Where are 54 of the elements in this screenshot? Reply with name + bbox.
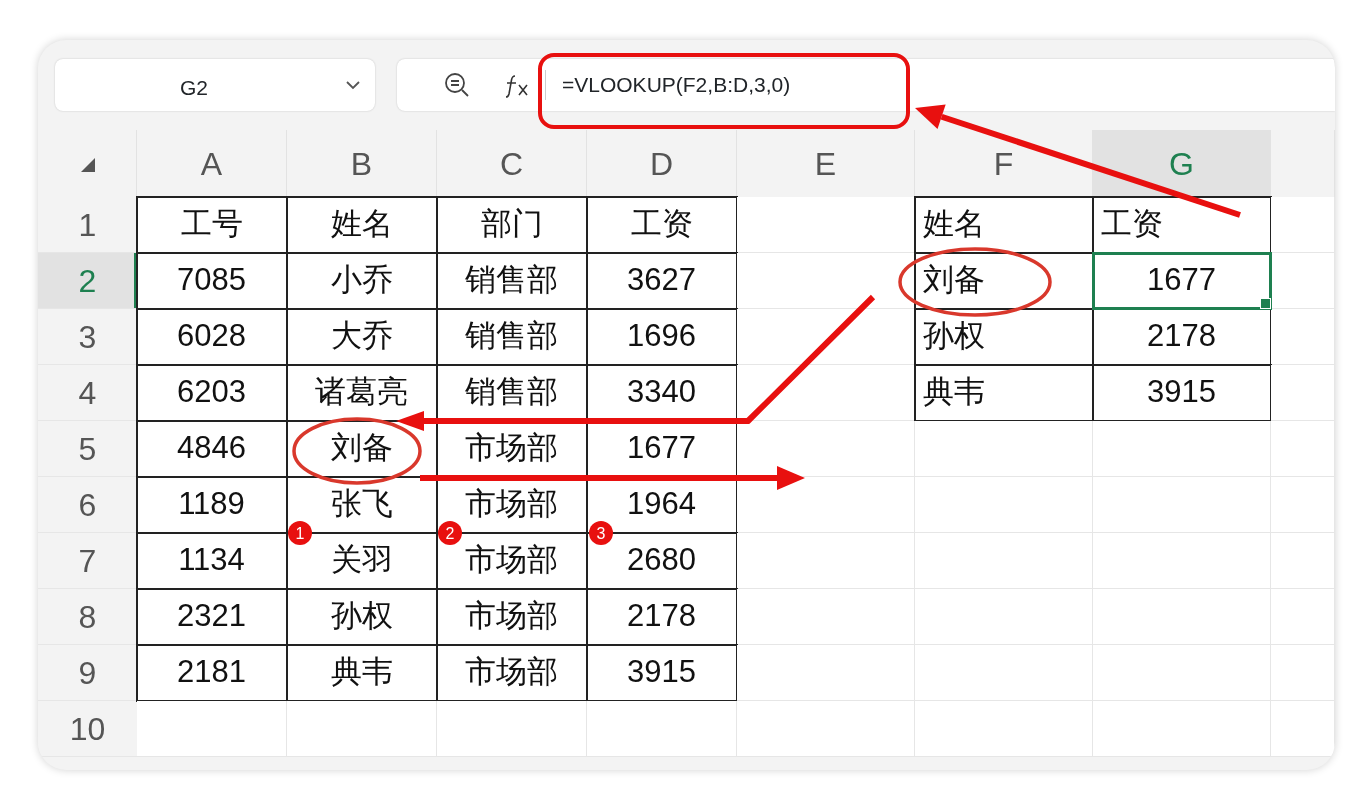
- formula-text[interactable]: =VLOOKUP(F2,B:D,3,0): [562, 69, 791, 101]
- row-header[interactable]: 4: [38, 365, 137, 421]
- table-cell[interactable]: 1134: [137, 533, 287, 589]
- table-cell[interactable]: 姓名: [915, 197, 1093, 253]
- table-cell[interactable]: 6203: [137, 365, 287, 421]
- zoom-icon: [443, 71, 471, 99]
- table-cell[interactable]: 市场部: [437, 589, 587, 645]
- table-cell[interactable]: 2181: [137, 645, 287, 701]
- row-header[interactable]: 2: [38, 253, 137, 309]
- chevron-down-icon: [345, 80, 361, 90]
- table-cell[interactable]: 4846: [137, 421, 287, 477]
- table-cell[interactable]: 销售部: [437, 365, 587, 421]
- table-cell[interactable]: 1189: [137, 477, 287, 533]
- row-header[interactable]: 8: [38, 589, 137, 645]
- table-cell[interactable]: 部门: [437, 197, 587, 253]
- table-cell[interactable]: 3915: [1093, 365, 1271, 421]
- table-cell[interactable]: 1677: [1093, 253, 1271, 309]
- table-cell[interactable]: 1696: [587, 309, 737, 365]
- table-cell[interactable]: 2178: [1093, 309, 1271, 365]
- column-header[interactable]: G: [1093, 130, 1271, 197]
- table-cell[interactable]: 工号: [137, 197, 287, 253]
- table-cell[interactable]: 市场部: [437, 645, 587, 701]
- table-cell[interactable]: 刘备: [915, 253, 1093, 309]
- table-cell[interactable]: 姓名: [287, 197, 437, 253]
- table-cell[interactable]: 工资: [1093, 197, 1271, 253]
- step-badge: 3: [589, 521, 613, 545]
- step-badge: 2: [438, 521, 462, 545]
- table-cell[interactable]: 诸葛亮: [287, 365, 437, 421]
- table-cell[interactable]: 孙权: [915, 309, 1093, 365]
- table-cell[interactable]: 工资: [587, 197, 737, 253]
- table-cell[interactable]: 2321: [137, 589, 287, 645]
- row-header[interactable]: 1: [38, 197, 137, 253]
- table-cell[interactable]: 销售部: [437, 309, 587, 365]
- table-cell[interactable]: 2178: [587, 589, 737, 645]
- table-cell[interactable]: 小乔: [287, 253, 437, 309]
- name-box[interactable]: G2: [55, 59, 375, 111]
- fill-handle[interactable]: [1260, 298, 1271, 309]
- table-cell[interactable]: 销售部: [437, 253, 587, 309]
- row-header[interactable]: 5: [38, 421, 137, 477]
- step-badge: 1: [288, 521, 312, 545]
- row-header[interactable]: 6: [38, 477, 137, 533]
- table-cell[interactable]: 3627: [587, 253, 737, 309]
- table-cell[interactable]: 典韦: [287, 645, 437, 701]
- table-cell[interactable]: 3340: [587, 365, 737, 421]
- table-cell[interactable]: 孙权: [287, 589, 437, 645]
- table-cell[interactable]: 大乔: [287, 309, 437, 365]
- row-header[interactable]: 9: [38, 645, 137, 701]
- table-cell[interactable]: 7085: [137, 253, 287, 309]
- row-header[interactable]: 3: [38, 309, 137, 365]
- row-header[interactable]: 7: [38, 533, 137, 589]
- table-cell[interactable]: 3915: [587, 645, 737, 701]
- row-header[interactable]: 10: [38, 701, 137, 757]
- table-cell[interactable]: 典韦: [915, 365, 1093, 421]
- table-cell[interactable]: 6028: [137, 309, 287, 365]
